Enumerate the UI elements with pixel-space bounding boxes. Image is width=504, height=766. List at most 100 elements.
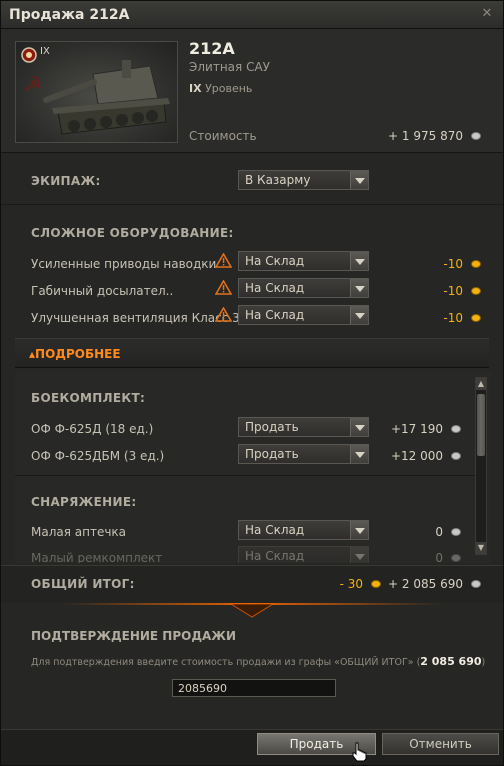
credits-icon (451, 528, 461, 536)
tank-icon (43, 60, 170, 135)
dialog-footer: Продать Отменить (1, 729, 503, 765)
ammo-selected: Продать (245, 447, 299, 461)
total-gold-text: - 30 (339, 577, 363, 591)
crew-selected: В Казарму (245, 173, 311, 187)
ammo-selected: Продать (245, 420, 299, 434)
chevron-down-icon[interactable] (350, 547, 368, 563)
confirm-instruction-text: Для подтверждения введите стоимость прод… (31, 657, 421, 668)
details-text: ПОДРОБНЕЕ (35, 347, 121, 361)
confirm-instruction: Для подтверждения введите стоимость прод… (31, 655, 485, 668)
scroll-up-icon[interactable]: ▲ (476, 378, 486, 390)
equipment-item-label: Улучшенная вентиляция Класс 3 (31, 311, 240, 325)
equipment-item-value: -10 (443, 257, 481, 271)
total-label: ОБЩИЙ ИТОГ: (31, 577, 135, 591)
vehicle-info: IX ☭ 212А Элитная САУ IX Уровень Стоимос… (1, 29, 503, 153)
sell-dialog: Продажа 212А ✕ IX ☭ 212А Элитная САУ IX … (0, 0, 504, 766)
cost-value: + 1 975 870 (388, 129, 481, 143)
confirm-closing: ) (481, 657, 486, 668)
consumables-header: СНАРЯЖЕНИЕ: (31, 495, 137, 509)
title-bar[interactable]: Продажа 212А ✕ (1, 1, 503, 29)
total-credits-text: + 2 085 690 (388, 577, 463, 591)
equipment-item-value: -10 (443, 311, 481, 325)
nation-flag-icon (21, 47, 37, 63)
ammo-item-value: +17 190 (390, 422, 461, 436)
level-label: Уровень (205, 82, 253, 95)
credits-icon (471, 580, 481, 588)
equipment-value-text: -10 (443, 257, 463, 271)
ammo-value-text: +12 000 (390, 449, 443, 463)
chevron-down-icon[interactable] (350, 418, 368, 436)
chevron-down-icon[interactable] (350, 252, 368, 270)
consumable-value-text: 0 (435, 525, 443, 539)
credits-icon (471, 132, 481, 140)
equipment-selected: На Склад (245, 308, 305, 322)
consumable-item-value: 0 (435, 525, 461, 539)
ammo-dropdown[interactable]: Продать (238, 444, 369, 464)
consumable-item-value: 0 (435, 551, 461, 563)
warning-icon (215, 253, 232, 268)
chevron-down-icon[interactable] (350, 279, 368, 297)
equipment-dropdown[interactable]: На Склад (238, 305, 369, 325)
consumable-selected: На Склад (245, 523, 305, 537)
close-icon[interactable]: ✕ (479, 6, 495, 22)
scroll-down-icon[interactable]: ▼ (476, 542, 486, 554)
equipment-dropdown[interactable]: На Склад (238, 251, 369, 271)
cost-amount: + 1 975 870 (388, 129, 463, 143)
vehicle-thumbnail: IX ☭ (15, 41, 178, 143)
ammo-item-value: +12 000 (390, 449, 461, 463)
hand-cursor-icon (352, 742, 367, 762)
ammo-item-label: ОФ Ф-625ДБМ (3 ед.) (31, 449, 165, 463)
consumable-item-label: Малая аптечка (31, 525, 127, 539)
divider (15, 475, 475, 476)
confirm-header: ПОДТВЕРЖДЕНИЕ ПРОДАЖИ (31, 629, 237, 643)
total-credits: + 2 085 690 (388, 577, 481, 591)
ammo-header: БОЕКОМПЛЕКТ: (31, 391, 146, 405)
credits-icon (451, 425, 461, 433)
vehicle-name: 212А (189, 39, 235, 58)
crew-dropdown[interactable]: В Казарму (238, 170, 369, 190)
chevron-down-icon[interactable] (350, 521, 368, 539)
confirm-amount: 2 085 690 (420, 655, 482, 668)
cancel-button[interactable]: Отменить (382, 733, 499, 755)
gold-icon (471, 260, 481, 268)
scrollbar[interactable]: ▲ ▼ (475, 377, 487, 555)
cost-label: Стоимость (189, 129, 257, 143)
equipment-dropdown[interactable]: На Склад (238, 278, 369, 298)
consumable-item-label: Малый ремкомплект (31, 551, 163, 563)
total-gold: - 30 (339, 577, 381, 591)
consumable-dropdown[interactable]: На Склад (238, 520, 369, 540)
chevron-down-icon[interactable] (350, 306, 368, 324)
equipment-selected: На Склад (245, 254, 305, 268)
gold-icon (471, 287, 481, 295)
confirm-amount-input[interactable] (172, 679, 336, 697)
chevron-down-icon[interactable] (350, 445, 368, 463)
level-numeral: IX (189, 82, 202, 95)
warning-icon (215, 280, 232, 295)
consumable-value-text: 0 (435, 551, 443, 563)
details-scroll-area[interactable]: БОЕКОМПЛЕКТ: ОФ Ф-625Д (18 ед.) Продать … (15, 371, 491, 563)
ammo-value-text: +17 190 (390, 422, 443, 436)
scrollbar-thumb[interactable] (477, 394, 485, 456)
gold-icon (371, 580, 381, 588)
orange-glow-divider (61, 603, 443, 618)
gold-icon (471, 314, 481, 322)
equipment-header: СЛОЖНОЕ ОБОРУДОВАНИЕ: (31, 226, 234, 240)
dialog-title: Продажа 212А (9, 7, 130, 23)
equipment-value-text: -10 (443, 284, 463, 298)
credits-icon (451, 452, 461, 460)
divider (1, 204, 503, 205)
crew-header: ЭКИПАЖ: (31, 174, 101, 188)
chevron-down-icon[interactable] (350, 171, 368, 189)
vehicle-class: Элитная САУ (189, 60, 270, 74)
total-row: ОБЩИЙ ИТОГ: - 30 + 2 085 690 (1, 565, 503, 603)
vehicle-level: IX Уровень (189, 82, 252, 95)
equipment-item-label: Габичный досылател.. (31, 284, 174, 298)
tier-badge: IX (40, 46, 50, 57)
warning-icon (215, 307, 232, 322)
ammo-dropdown[interactable]: Продать (238, 417, 369, 437)
ammo-item-label: ОФ Ф-625Д (18 ед.) (31, 422, 154, 436)
equipment-item-label: Усиленные приводы наводки (31, 257, 217, 271)
equipment-selected: На Склад (245, 281, 305, 295)
details-toggle[interactable]: ▴ПОДРОБНЕЕ (15, 338, 489, 368)
consumable-dropdown[interactable]: На Склад (238, 546, 369, 563)
